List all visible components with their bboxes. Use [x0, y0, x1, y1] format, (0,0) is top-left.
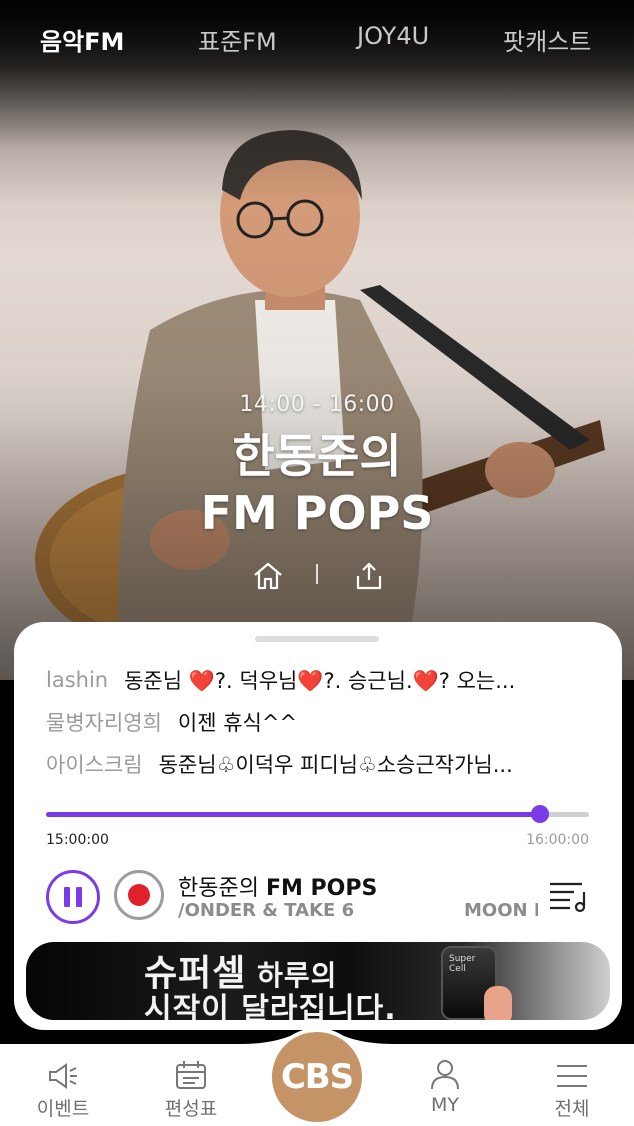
- start-time: 15:00:00: [46, 832, 109, 848]
- now-title-prefix: 한동준의: [178, 876, 266, 901]
- cbs-logo: CBS: [280, 1057, 354, 1097]
- tab-music-fm[interactable]: 음악FM: [40, 22, 124, 57]
- program-title-line2: FM POPS: [200, 486, 434, 540]
- song-text: MOON RI: [464, 900, 538, 921]
- nav-all[interactable]: 전체: [527, 1060, 617, 1121]
- actions-divider: [316, 564, 318, 584]
- nav-events[interactable]: 이벤트: [18, 1060, 108, 1121]
- program-time: 14:00 - 16:00: [239, 392, 395, 417]
- pause-icon: [64, 887, 70, 907]
- program-actions: [0, 556, 634, 596]
- home-button[interactable]: [250, 558, 286, 594]
- calendar-icon: [146, 1060, 236, 1090]
- drag-handle[interactable]: [255, 636, 379, 642]
- progress-knob[interactable]: [531, 805, 550, 823]
- nav-my[interactable]: MY: [400, 1060, 490, 1116]
- program-info: 14:00 - 16:00 한동준의 FM POPS: [0, 392, 634, 543]
- player-card: lashin 동준님 ❤️?. 덕우님❤️?. 승근님.❤️? 오는... 물병…: [14, 622, 622, 1030]
- pause-icon: [76, 887, 82, 907]
- record-icon: [128, 884, 150, 906]
- ad-hand-image: [484, 986, 512, 1020]
- progress-fill: [46, 812, 541, 817]
- song-text: /ONDER & TAKE 6: [178, 900, 355, 921]
- chat-item[interactable]: 아이스크림 동준님♧이덕우 피디님♧소승근작가님...: [46, 748, 594, 780]
- ad-subline: 시작이 달라집니다.: [144, 992, 397, 1020]
- chat-item[interactable]: 물병자리영희 이젠 휴식^^: [46, 706, 594, 738]
- megaphone-icon: [18, 1060, 108, 1090]
- pause-button[interactable]: [46, 870, 100, 924]
- now-title-bold: FM POPS: [265, 876, 378, 901]
- program-title-line1: 한동준의: [232, 429, 402, 483]
- user-icon: [400, 1060, 490, 1090]
- nav-my-label: MY: [431, 1094, 459, 1116]
- progress-bar[interactable]: [46, 805, 589, 823]
- cbs-home-button[interactable]: CBS: [268, 1028, 366, 1126]
- nav-events-label: 이벤트: [36, 1098, 90, 1120]
- chat-user: 물병자리영희: [46, 711, 162, 735]
- record-button[interactable]: [114, 870, 164, 920]
- now-playing-title: 한동준의 FM POPS: [178, 870, 377, 902]
- playlist-icon: [550, 882, 586, 913]
- ad-banner[interactable]: 슈퍼셀 하루의 시작이 달라집니다. Super Cell: [26, 942, 610, 1020]
- chat-user: 아이스크림: [46, 753, 143, 777]
- tab-joy4u[interactable]: JOY4U: [357, 22, 429, 50]
- playlist-button[interactable]: [546, 878, 590, 914]
- chat-message: 동준님 ❤️?. 덕우님❤️?. 승근님.❤️? 오는...: [124, 669, 516, 693]
- nav-schedule-label: 편성표: [164, 1098, 218, 1120]
- chat-message: 동준님♧이덕우 피디님♧소승근작가님...: [158, 753, 513, 777]
- home-icon: [254, 562, 282, 590]
- share-button[interactable]: [351, 558, 387, 594]
- end-time: 16:00:00: [526, 832, 589, 848]
- chat-item[interactable]: lashin 동준님 ❤️?. 덕우님❤️?. 승근님.❤️? 오는...: [46, 664, 594, 696]
- chat-message: 이젠 휴식^^: [177, 711, 298, 735]
- channel-tabs: 음악FM 표준FM JOY4U 팟캐스트: [0, 0, 634, 80]
- chat-user: lashin: [46, 668, 109, 692]
- now-playing-song: /ONDER & TAKE 6 MOON RI: [178, 900, 538, 924]
- share-icon: [356, 562, 382, 590]
- tab-standard-fm[interactable]: 표준FM: [198, 22, 277, 57]
- nav-all-label: 전체: [554, 1098, 590, 1120]
- ad-product-label: Super Cell: [449, 954, 476, 974]
- nav-schedule[interactable]: 편성표: [146, 1060, 236, 1121]
- menu-icon: [527, 1060, 617, 1090]
- tab-podcast[interactable]: 팟캐스트: [503, 22, 591, 57]
